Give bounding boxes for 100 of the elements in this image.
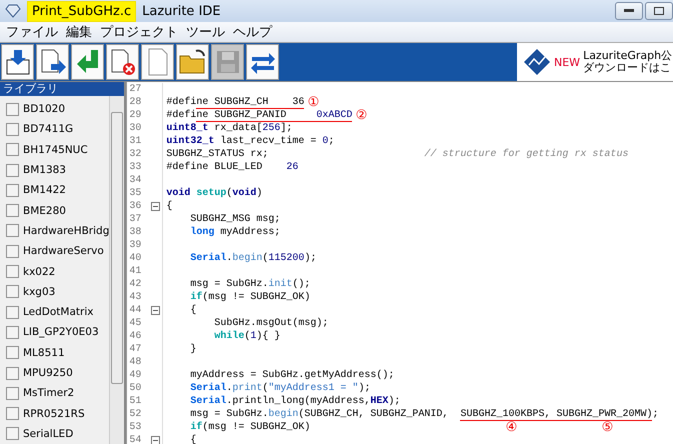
menu-item[interactable]: 編集 <box>62 23 96 41</box>
menu-item[interactable]: ヘルプ <box>229 23 276 41</box>
line-number: 46 <box>129 330 142 343</box>
graph-logo-icon <box>523 48 551 76</box>
line-number: 28 <box>129 96 142 109</box>
checkbox[interactable] <box>6 306 19 319</box>
line-number: 51 <box>129 395 142 408</box>
toolbar-button[interactable] <box>246 44 279 80</box>
line-number: 30 <box>129 122 142 135</box>
code-line: myAddress = SubGHz.getMyAddress(); <box>189 369 394 382</box>
code-line: SUBGHZ_MSG msg; <box>189 213 280 226</box>
checkbox[interactable] <box>6 224 19 238</box>
annotation-number: ⑤ <box>600 421 614 434</box>
annotation-number: ② <box>354 109 368 122</box>
line-number: 37 <box>129 213 142 226</box>
checkbox[interactable] <box>6 265 19 278</box>
app-name: Lazurite IDE <box>142 4 221 18</box>
line-number: 34 <box>129 174 142 187</box>
code-line: { <box>189 434 196 444</box>
library-name: ML8511 <box>23 346 65 359</box>
panel-title: ライブラリ <box>0 82 124 96</box>
annotation-number: ④ <box>504 421 518 434</box>
collapse-icon[interactable] <box>151 436 160 444</box>
maximize-icon <box>654 7 664 15</box>
checkbox[interactable] <box>6 184 19 197</box>
line-number: 47 <box>129 343 142 356</box>
checkbox[interactable] <box>6 102 19 116</box>
menu-item[interactable]: ファイル <box>2 23 62 41</box>
minimize-button[interactable] <box>615 2 643 20</box>
upload-icon <box>38 48 66 76</box>
library-name: BD7411G <box>23 123 74 136</box>
checkbox[interactable] <box>6 164 19 177</box>
checkbox[interactable] <box>6 427 19 440</box>
line-number: 48 <box>129 356 142 369</box>
line-number: 50 <box>129 382 142 395</box>
library-name: BME280 <box>23 204 66 217</box>
line-number: 39 <box>129 239 142 252</box>
scrollbar[interactable] <box>109 96 124 444</box>
menu-item[interactable]: ツール <box>182 23 229 41</box>
toolbar-button[interactable] <box>106 44 139 80</box>
minimize-icon <box>624 9 634 13</box>
line-number: 49 <box>129 369 142 382</box>
code-line: #define SUBGHZ_CH 36 <box>165 96 304 109</box>
library-name: MPU9250 <box>23 367 73 379</box>
line-number: 52 <box>129 408 142 421</box>
library-name: kxg03 <box>23 286 56 298</box>
banner-text: ダウンロードはこ <box>583 62 672 74</box>
line-number: 44 <box>129 304 142 317</box>
maximize-button[interactable] <box>645 2 673 20</box>
code-line: msg = SubGHz.begin(SUBGHZ_CH, SUBGHZ_PANID, SUBGHZ_100KBPS, SUBGHZ_PWR_20MW); <box>189 408 658 421</box>
diamond-icon <box>5 4 21 18</box>
library-name: HardwareServo <box>23 245 104 258</box>
checkbox[interactable] <box>6 386 19 400</box>
library-name: BM1383 <box>23 164 66 176</box>
collapse-icon[interactable] <box>151 306 160 315</box>
line-number: 40 <box>129 252 142 265</box>
code-line: Serial.begin(115200); <box>189 252 316 265</box>
code-line: { <box>165 200 172 213</box>
line-number: 38 <box>129 226 142 239</box>
code-line: void setup(void) <box>165 187 262 200</box>
new-file-icon <box>146 48 168 76</box>
library-name: RPR0521RS <box>23 408 85 420</box>
code-line: } <box>189 343 196 356</box>
menu-item[interactable]: プロジェクト <box>96 23 182 41</box>
banner-text: LazuriteGraph公 <box>583 50 672 62</box>
line-number: 42 <box>129 278 142 291</box>
checkbox[interactable] <box>6 366 19 380</box>
collapse-icon[interactable] <box>151 202 160 211</box>
checkbox[interactable] <box>6 346 19 360</box>
checkbox[interactable] <box>6 407 19 420</box>
code-line: uint8_t rx_data[256]; <box>165 122 292 135</box>
line-number: 27 <box>129 83 142 96</box>
checkbox[interactable] <box>6 285 19 298</box>
code-line: long myAddress; <box>189 226 280 239</box>
code-line: SubGHz.msgOut(msg); <box>213 317 328 330</box>
line-number: 32 <box>129 148 142 161</box>
checkbox[interactable] <box>6 122 19 136</box>
checkbox[interactable] <box>6 143 19 156</box>
library-name: BM1422 <box>23 184 66 196</box>
line-number: 36 <box>129 200 142 213</box>
library-name: BH1745NUC <box>23 144 88 156</box>
code-line: uint32_t last_recv_time = 0; <box>165 135 334 148</box>
library-name: LIB_GP2Y0E03 <box>23 326 99 338</box>
line-number: 45 <box>129 317 142 330</box>
library-name: HardwareHBridg <box>23 224 110 237</box>
line-number: 54 <box>129 434 142 444</box>
line-number: 31 <box>129 135 142 148</box>
checkbox[interactable] <box>6 244 19 258</box>
checkbox[interactable] <box>6 326 19 339</box>
library-name: SerialLED <box>23 428 74 440</box>
checkbox[interactable] <box>6 204 19 218</box>
code-line: #define SUBGHZ_PANID 0xABCD <box>165 109 352 122</box>
library-name: BD1020 <box>23 103 66 116</box>
toolbar-button[interactable] <box>1 44 34 80</box>
toolbar-button[interactable] <box>36 44 69 80</box>
library-name: kx022 <box>23 266 56 278</box>
code-line: SUBGHZ_STATUS rx; // structure for getting rx status <box>165 148 628 161</box>
library-name: MsTimer2 <box>23 387 74 400</box>
code-line: msg = SubGHz.init(); <box>189 278 310 291</box>
code-line: Serial.print("myAddress1 = "); <box>189 382 370 395</box>
